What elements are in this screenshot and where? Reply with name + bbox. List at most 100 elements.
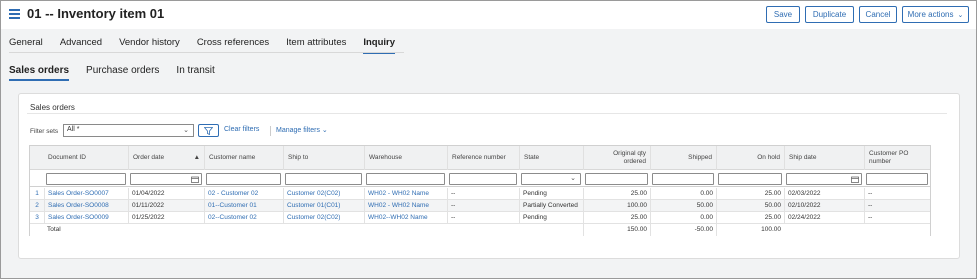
customer-po-cell: -- bbox=[864, 212, 930, 224]
ship-to-link[interactable]: Customer 02(C02) bbox=[283, 212, 364, 224]
filter-original-qty[interactable] bbox=[585, 173, 648, 185]
subtab-in-transit[interactable]: In transit bbox=[176, 65, 214, 81]
col-order-date[interactable]: Order date ▲ bbox=[128, 146, 204, 170]
ship-date-cell: 02/03/2022 bbox=[784, 188, 864, 200]
reference-number-cell: -- bbox=[447, 200, 519, 212]
customer-name-link[interactable]: 02--Customer 02 bbox=[204, 212, 283, 224]
filter-document-id[interactable] bbox=[46, 173, 126, 185]
original-qty-cell: 25.00 bbox=[583, 212, 650, 224]
col-state[interactable]: State bbox=[519, 146, 583, 170]
filter-separator bbox=[270, 126, 271, 136]
original-qty-cell: 100.00 bbox=[583, 200, 650, 212]
inquiry-subtabs: Sales orders Purchase orders In transit bbox=[9, 65, 232, 81]
manage-filters-link[interactable]: Manage filters ⌄ bbox=[276, 126, 328, 134]
document-id-link[interactable]: Sales Order-SO0008 bbox=[44, 200, 128, 212]
table-row[interactable]: 2 Sales Order-SO0008 01/11/2022 01--Cust… bbox=[30, 200, 930, 212]
filter-sets-select[interactable]: All * ⌄ bbox=[63, 124, 194, 137]
page-header: 01 -- Inventory item 01 Save Duplicate C… bbox=[1, 1, 976, 29]
filter-warehouse[interactable] bbox=[366, 173, 445, 185]
col-shipped[interactable]: Shipped bbox=[650, 146, 716, 170]
on-hold-cell: 25.00 bbox=[716, 212, 784, 224]
subtab-purchase-orders[interactable]: Purchase orders bbox=[86, 65, 159, 81]
original-qty-cell: 25.00 bbox=[583, 188, 650, 200]
document-id-link[interactable]: Sales Order-SO0007 bbox=[44, 188, 128, 200]
col-original-qty-line2: ordered bbox=[623, 158, 646, 165]
sales-orders-card: Sales orders Filter sets All * ⌄ Clear f… bbox=[18, 93, 960, 259]
ship-to-link[interactable]: Customer 02(C02) bbox=[283, 188, 364, 200]
save-button[interactable]: Save bbox=[766, 6, 800, 23]
col-warehouse[interactable]: Warehouse bbox=[364, 146, 447, 170]
filter-reference-number[interactable] bbox=[449, 173, 517, 185]
filter-on-hold[interactable] bbox=[718, 173, 782, 185]
col-customer-po-line2: number bbox=[869, 158, 892, 165]
customer-name-link[interactable]: 02 - Customer 02 bbox=[204, 188, 283, 200]
ship-to-link[interactable]: Customer 01(C01) bbox=[283, 200, 364, 212]
row-number: 3 bbox=[35, 214, 39, 221]
on-hold-cell: 50.00 bbox=[716, 200, 784, 212]
page-title: 01 -- Inventory item 01 bbox=[27, 6, 165, 21]
app-window: 01 -- Inventory item 01 Save Duplicate C… bbox=[0, 0, 977, 279]
col-ship-to[interactable]: Ship to bbox=[283, 146, 364, 170]
col-document-id[interactable]: Document ID bbox=[44, 146, 128, 170]
table-row[interactable]: 1 Sales Order-SO0007 01/04/2022 02 - Cus… bbox=[30, 188, 930, 200]
reference-number-cell: -- bbox=[447, 212, 519, 224]
col-ship-date[interactable]: Ship date bbox=[784, 146, 864, 170]
more-actions-label: More actions bbox=[907, 10, 954, 19]
filter-order-date[interactable] bbox=[130, 173, 202, 185]
customer-po-cell: -- bbox=[864, 188, 930, 200]
sort-asc-icon: ▲ bbox=[193, 154, 200, 162]
cancel-button[interactable]: Cancel bbox=[859, 6, 897, 23]
filter-ship-date[interactable] bbox=[786, 173, 862, 185]
sales-orders-table: Document ID Order date ▲ Customer name S… bbox=[29, 145, 931, 236]
filter-customer-name[interactable] bbox=[206, 173, 281, 185]
state-cell: Pending bbox=[519, 188, 583, 200]
warehouse-link[interactable]: WH02 - WH02 Name bbox=[364, 188, 447, 200]
warehouse-link[interactable]: WH02 - WH02 Name bbox=[364, 200, 447, 212]
warehouse-link[interactable]: WH02--WH02 Name bbox=[364, 212, 447, 224]
state-cell: Partially Converted bbox=[519, 200, 583, 212]
total-original-qty: 150.00 bbox=[583, 224, 650, 236]
customer-po-cell: -- bbox=[864, 200, 930, 212]
calendar-icon[interactable] bbox=[191, 176, 199, 183]
tabs-divider bbox=[9, 52, 404, 53]
col-customer-po-line1: Customer PO bbox=[869, 150, 909, 158]
col-original-qty[interactable]: Original qty ordered bbox=[583, 146, 650, 170]
subtab-sales-orders[interactable]: Sales orders bbox=[9, 65, 70, 81]
row-number: 1 bbox=[35, 190, 39, 197]
table-row[interactable]: 3 Sales Order-SO0009 01/25/2022 02--Cust… bbox=[30, 212, 930, 224]
col-order-date-label: Order date bbox=[133, 154, 165, 162]
shipped-cell: 50.00 bbox=[650, 200, 716, 212]
col-customer-po[interactable]: Customer PO number bbox=[864, 146, 930, 170]
duplicate-button[interactable]: Duplicate bbox=[805, 6, 854, 23]
col-customer-name[interactable]: Customer name bbox=[204, 146, 283, 170]
table-header: Document ID Order date ▲ Customer name S… bbox=[30, 146, 930, 170]
chevron-down-icon: ⌄ bbox=[183, 127, 189, 134]
filter-customer-po[interactable] bbox=[866, 173, 928, 185]
order-date-cell: 01/04/2022 bbox=[128, 188, 204, 200]
filter-ship-to[interactable] bbox=[285, 173, 362, 185]
clear-filters-link[interactable]: Clear filters bbox=[224, 126, 259, 133]
list-menu-icon[interactable] bbox=[9, 9, 20, 19]
shipped-cell: 0.00 bbox=[650, 188, 716, 200]
section-divider bbox=[27, 113, 947, 114]
filter-button[interactable] bbox=[198, 124, 219, 137]
filter-sets-value: All * bbox=[67, 126, 80, 133]
customer-name-link[interactable]: 01--Customer 01 bbox=[204, 200, 283, 212]
section-title: Sales orders bbox=[30, 103, 75, 112]
action-buttons: Save Duplicate Cancel More actions ⌄ bbox=[766, 6, 969, 23]
total-shipped: -50.00 bbox=[650, 224, 716, 236]
filter-sets-label: Filter sets bbox=[30, 128, 59, 135]
total-on-hold: 100.00 bbox=[716, 224, 784, 236]
more-actions-button[interactable]: More actions ⌄ bbox=[902, 6, 969, 23]
on-hold-cell: 25.00 bbox=[716, 188, 784, 200]
filter-state[interactable]: ⌄ bbox=[521, 173, 581, 185]
reference-number-cell: -- bbox=[447, 188, 519, 200]
calendar-icon[interactable] bbox=[851, 176, 859, 183]
document-id-link[interactable]: Sales Order-SO0009 bbox=[44, 212, 128, 224]
order-date-cell: 01/11/2022 bbox=[128, 200, 204, 212]
shipped-cell: 0.00 bbox=[650, 212, 716, 224]
col-reference-number[interactable]: Reference number bbox=[447, 146, 519, 170]
funnel-icon bbox=[204, 126, 213, 135]
filter-shipped[interactable] bbox=[652, 173, 714, 185]
col-on-hold[interactable]: On hold bbox=[716, 146, 784, 170]
